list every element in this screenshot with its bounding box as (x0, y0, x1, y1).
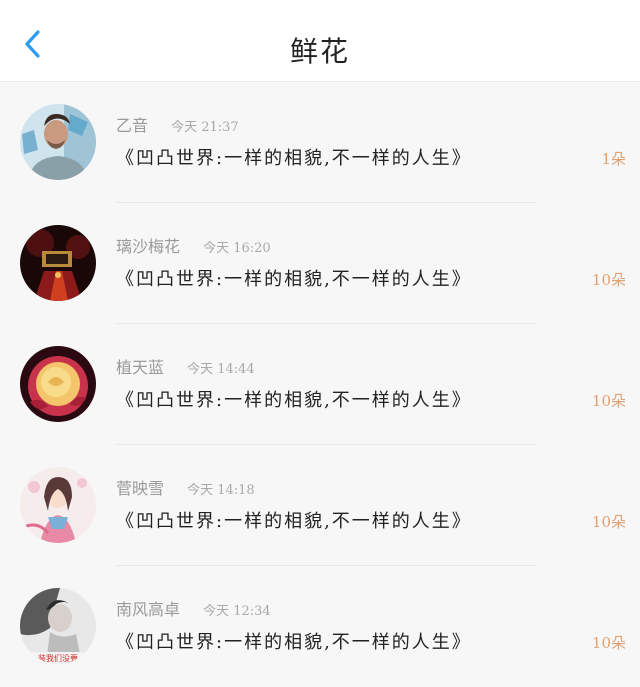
timestamp: 今天 16:20 (203, 241, 271, 256)
list-item[interactable]: 乙音 今天 21:37 《凹凸世界:一样的相貌,不一样的人生》 1朵 (0, 82, 640, 203)
flower-gift-list: 乙音 今天 21:37 《凹凸世界:一样的相貌,不一样的人生》 1朵 璃沙梅花 … (0, 82, 640, 687)
avatar[interactable] (20, 346, 96, 422)
work-title[interactable]: 《凹凸世界:一样的相貌,不一样的人生》 (116, 386, 472, 412)
timestamp: 今天 14:18 (187, 483, 255, 498)
list-item[interactable]: 璃沙梅花 今天 16:20 《凹凸世界:一样的相貌,不一样的人生》 10朵 (0, 203, 640, 324)
avatar-anime-girl-image (20, 467, 96, 543)
top-bar: 鲜花 (0, 0, 640, 82)
avatar[interactable] (20, 467, 96, 543)
timestamp: 今天 12:34 (203, 604, 271, 619)
avatar[interactable] (20, 225, 96, 301)
avatar-lantern-image (20, 225, 96, 301)
sender-line: 南风高卓 今天 12:34 (116, 596, 271, 620)
sender-name[interactable]: 璃沙梅花 (116, 237, 180, 256)
avatar-caption: 装我们没要 (38, 653, 78, 663)
flower-count: 10朵 (591, 271, 626, 289)
avatar[interactable] (20, 104, 96, 180)
flower-count: 10朵 (591, 634, 626, 652)
flower-count: 1朵 (601, 150, 626, 168)
avatar[interactable]: 装我们没要 (20, 588, 96, 664)
flower-count: 10朵 (591, 513, 626, 531)
avatar-man-image (20, 104, 96, 180)
list-item[interactable]: 装我们没要 南风高卓 今天 12:34 《凹凸世界:一样的相貌,不一样的人生》 … (0, 566, 640, 687)
sender-line: 植天蓝 今天 14:44 (116, 354, 255, 378)
sender-name[interactable]: 乙音 (116, 116, 148, 135)
sender-name[interactable]: 菅映雪 (116, 479, 164, 498)
flower-count: 10朵 (591, 392, 626, 410)
work-title[interactable]: 《凹凸世界:一样的相貌,不一样的人生》 (116, 507, 472, 533)
timestamp: 今天 14:44 (187, 362, 255, 377)
sender-name[interactable]: 南风高卓 (116, 600, 180, 619)
sender-line: 乙音 今天 21:37 (116, 112, 239, 136)
avatar-rose-image (20, 346, 96, 422)
work-title[interactable]: 《凹凸世界:一样的相貌,不一样的人生》 (116, 144, 472, 170)
list-item[interactable]: 菅映雪 今天 14:18 《凹凸世界:一样的相貌,不一样的人生》 10朵 (0, 445, 640, 566)
timestamp: 今天 21:37 (171, 120, 239, 135)
sender-name[interactable]: 植天蓝 (116, 358, 164, 377)
sender-line: 璃沙梅花 今天 16:20 (116, 233, 271, 257)
work-title[interactable]: 《凹凸世界:一样的相貌,不一样的人生》 (116, 628, 472, 654)
sender-line: 菅映雪 今天 14:18 (116, 475, 255, 499)
list-item[interactable]: 植天蓝 今天 14:44 《凹凸世界:一样的相貌,不一样的人生》 10朵 (0, 324, 640, 445)
page-title: 鲜花 (289, 35, 350, 68)
work-title[interactable]: 《凹凸世界:一样的相貌,不一样的人生》 (116, 265, 472, 291)
avatar-monochrome-image: 装我们没要 (20, 588, 96, 664)
